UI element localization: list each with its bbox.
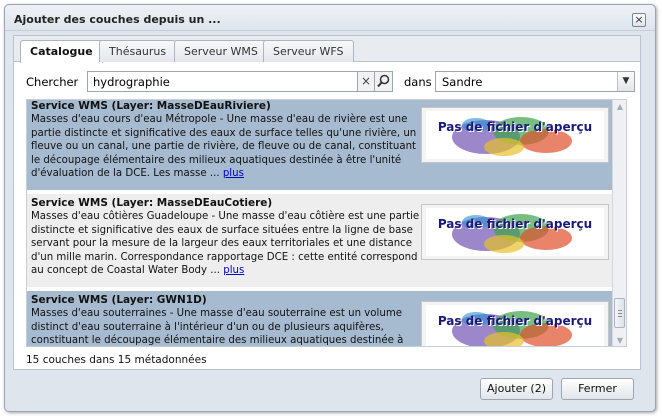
more-link[interactable]: plus [223,265,244,276]
search-icon[interactable] [374,71,393,92]
results-list[interactable]: Service WMS (Layer: MasseDEauRiviere) Ma… [26,99,627,347]
tab-catalogue[interactable]: Catalogue [20,40,103,63]
dialog-title: Ajouter des couches depuis un ... [14,13,221,26]
thumbnail: Pas de fichier d'aperçu [421,204,609,260]
result-description: Masses d'eau côtières Guadeloupe - Une m… [31,210,421,278]
catalog-select-value: Sandre [442,75,483,89]
thumbnail-image: Pas de fichier d'aperçu [426,305,604,346]
thumbnail: Pas de fichier d'aperçu [421,107,609,163]
tab-strip: Catalogue Thésaurus Serveur WMS Serveur … [14,36,640,63]
results-scrollbar[interactable]: ▲ ▼ [612,100,626,346]
scroll-down-icon[interactable]: ▼ [615,336,625,346]
result-description: Masses d'eau cours d'eau Métropole - Une… [31,113,421,181]
dialog-titlebar[interactable]: Ajouter des couches depuis un ... × [5,5,655,31]
tab-wfs-server[interactable]: Serveur WFS [263,40,354,62]
clear-search-icon[interactable]: × [357,71,375,92]
tab-wms-server[interactable]: Serveur WMS [174,40,268,62]
search-label: Chercher [26,75,79,89]
result-description: Masses d'eau souterraines - Une masse d'… [31,307,421,346]
chevron-down-icon[interactable]: ▼ [617,72,634,91]
results-count: 15 couches dans 15 métadonnées [26,354,207,366]
thumbnail-image: Pas de fichier d'aperçu [426,208,604,256]
thumbnail-caption: Pas de fichier d'aperçu [437,120,593,134]
search-input[interactable] [87,71,358,92]
thumbnail-image: Pas de fichier d'aperçu [426,111,604,159]
search-row: Chercher × dans Sandre ▼ [14,69,640,93]
tab-thesaurus[interactable]: Thésaurus [99,40,177,62]
scrollbar-thumb[interactable] [614,298,625,328]
add-layers-dialog: Ajouter des couches depuis un ... × Cata… [4,4,656,412]
scroll-up-icon[interactable]: ▲ [615,102,625,112]
thumbnail: Pas de fichier d'aperçu [421,301,609,346]
thumbnail-caption: Pas de fichier d'aperçu [437,314,593,328]
close-icon[interactable]: × [632,13,646,27]
more-link[interactable]: plus [223,168,244,179]
tab-panel: Catalogue Thésaurus Serveur WMS Serveur … [13,35,641,370]
add-button[interactable]: Ajouter (2) [480,378,553,400]
close-button[interactable]: Fermer [561,378,634,400]
catalog-label: dans [404,75,432,89]
catalog-select[interactable]: Sandre ▼ [435,71,635,92]
list-item[interactable]: Service WMS (Layer: MasseDEauCotiere) Ma… [27,194,613,287]
result-description-text: Masses d'eau souterraines - Une masse d'… [31,308,404,346]
thumbnail-caption: Pas de fichier d'aperçu [437,217,593,231]
list-item[interactable]: Service WMS (Layer: GWN1D) Masses d'eau … [27,291,613,346]
list-item[interactable]: Service WMS (Layer: MasseDEauRiviere) Ma… [27,100,613,190]
